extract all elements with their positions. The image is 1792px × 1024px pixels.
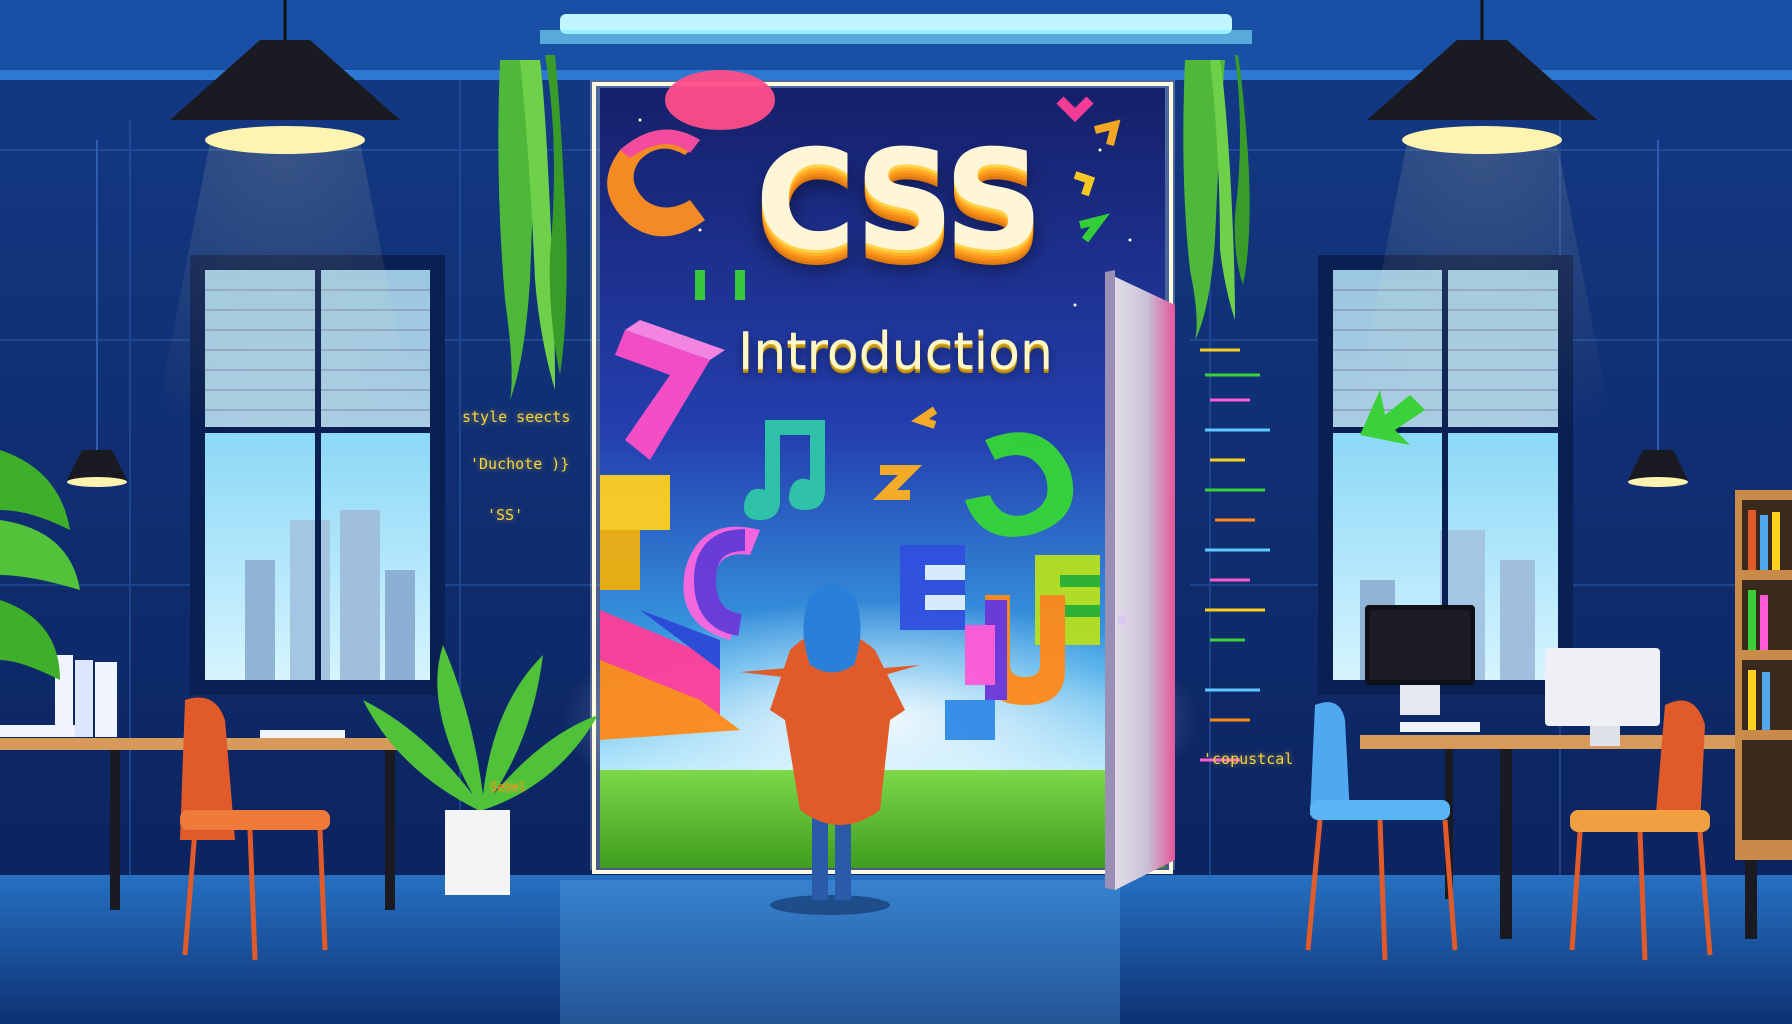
open-door [1105, 270, 1175, 890]
bookshelf [1735, 490, 1792, 860]
wall-code-text-2: 'Duchote )} [470, 455, 570, 473]
css-title: CSS [755, 120, 1043, 281]
wall-code-text-3: 'SS' [487, 506, 524, 524]
pot-label-text: Sebel [490, 780, 527, 794]
introduction-subtitle: Introduction [738, 322, 1053, 382]
illustration-scene: CSS Introduction style seects 'Duchote )… [0, 0, 1792, 1024]
wall-code-text-4: 'copustcal [1203, 750, 1294, 768]
wall-code-text-1: style seects [462, 408, 571, 426]
